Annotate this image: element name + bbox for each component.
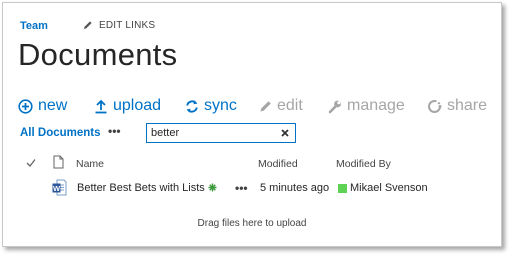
modified-by-user[interactable]: Mikael Svenson <box>350 182 428 194</box>
clear-search-icon[interactable] <box>279 127 291 139</box>
sync-command[interactable]: sync <box>185 95 237 117</box>
edit-links-label: EDIT LINKS <box>99 20 156 31</box>
select-all-checkmark-icon[interactable] <box>26 158 36 168</box>
view-all-documents[interactable]: All Documents <box>20 127 101 139</box>
edit-command-label: edit <box>277 97 303 114</box>
drop-zone-hint[interactable]: Drag files here to upload <box>3 218 501 229</box>
document-name: Better Best Bets with Lists <box>77 182 205 194</box>
share-icon <box>428 99 442 113</box>
document-name-link[interactable]: Better Best Bets with Lists <box>77 182 217 194</box>
column-header-modified[interactable]: Modified <box>258 158 298 172</box>
upload-command-label: upload <box>113 97 162 114</box>
manage-command-label: manage <box>347 97 405 114</box>
upload-command[interactable]: upload <box>94 95 161 117</box>
column-header-name[interactable]: Name <box>76 158 104 172</box>
team-site-link[interactable]: Team <box>20 20 48 32</box>
sync-icon <box>186 99 198 113</box>
modified-time: 5 minutes ago <box>260 182 330 194</box>
pencil-icon <box>84 21 92 29</box>
manage-command[interactable]: manage <box>328 95 405 117</box>
upload-icon <box>95 99 107 113</box>
new-command[interactable]: new <box>18 95 67 117</box>
row-more-button[interactable]: ••• <box>235 181 248 195</box>
search-box <box>146 123 296 143</box>
svg-text:W: W <box>53 184 61 193</box>
share-command[interactable]: share <box>427 95 487 117</box>
edit-links-button[interactable]: EDIT LINKS <box>83 20 155 31</box>
new-item-icon <box>208 183 217 192</box>
view-more-button[interactable]: ••• <box>108 124 121 138</box>
sync-command-label: sync <box>204 97 237 114</box>
file-type-header-icon <box>53 155 64 169</box>
search-input[interactable] <box>151 125 279 141</box>
page-title: Documents <box>18 37 178 72</box>
document-library-page: Team EDIT LINKS Documents new upload syn… <box>2 2 502 247</box>
top-nav: Team EDIT LINKS <box>20 20 155 36</box>
new-command-label: new <box>38 97 68 114</box>
presence-indicator <box>338 184 347 193</box>
column-header-modified-by[interactable]: Modified By <box>336 158 391 172</box>
share-command-label: share <box>447 97 488 114</box>
word-document-icon: W <box>52 179 67 196</box>
table-row[interactable]: W Better Best Bets with Lists ••• 5 minu… <box>20 179 490 199</box>
view-selector: All Documents ••• <box>20 124 121 142</box>
plus-circle-icon <box>18 98 33 114</box>
wrench-icon <box>328 100 341 113</box>
pencil-icon <box>260 101 271 112</box>
edit-command[interactable]: edit <box>259 95 303 117</box>
